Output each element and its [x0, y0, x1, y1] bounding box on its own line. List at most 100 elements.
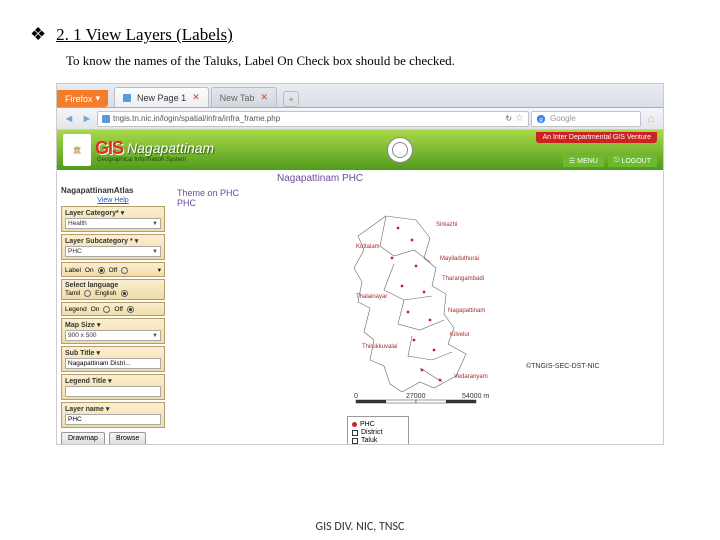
label-off-text: Off: [109, 267, 118, 274]
map-label: Sirkazhi: [436, 222, 457, 228]
chevron-down-icon[interactable]: ▾: [135, 237, 139, 245]
browser-tab-inactive[interactable]: New Tab ✕: [211, 87, 277, 107]
address-field[interactable]: tngis.tn.nic.in/login/spatial/infra/infr…: [97, 111, 529, 127]
tab-label: New Tab: [220, 93, 255, 103]
chevron-down-icon[interactable]: ▾: [97, 321, 101, 329]
panel-label: Legend: [65, 306, 87, 313]
close-icon[interactable]: ✕: [260, 92, 268, 103]
legend-taluk: Taluk: [361, 437, 377, 444]
select-value: Health: [68, 220, 87, 227]
chevron-down-icon[interactable]: ▾: [158, 266, 161, 274]
view-help-link[interactable]: View Help: [61, 197, 165, 204]
govt-seal-icon: [387, 137, 413, 163]
controls-sidebar: NagapattinamAtlas View Help Layer Catego…: [57, 184, 169, 445]
logout-icon: ⎋: [614, 157, 620, 165]
browser-tab-active[interactable]: New Page 1 ✕: [114, 87, 209, 107]
bullet-icon: ❖: [30, 24, 46, 45]
legend-off-text: Off: [114, 306, 123, 313]
legend-off-radio[interactable]: [127, 306, 134, 313]
firefox-app-button[interactable]: Firefox ▾: [57, 90, 108, 107]
browse-button[interactable]: Browse: [109, 432, 146, 445]
favicon-icon: [123, 94, 131, 102]
panel-label: Label: [65, 267, 81, 274]
map-label: Thirukkuvalai: [362, 344, 397, 350]
reload-icon[interactable]: ↻: [505, 114, 512, 123]
panel-label: Sub Title: [65, 350, 94, 357]
banner-tagline: An Inter Departmental GIS Venture: [536, 132, 657, 143]
theme-label: Theme on PHC: [177, 188, 655, 198]
select-value: 900 x 500: [68, 332, 97, 339]
scale-tick: 27000: [406, 393, 426, 400]
map-size-select[interactable]: 900 x 500▼: [65, 330, 161, 341]
url-text: tngis.tn.nic.in/login/spatial/infra/infr…: [113, 114, 280, 123]
section-description: To know the names of the Taluks, Label O…: [0, 53, 720, 83]
map-legend: PHC District Taluk: [347, 416, 409, 445]
menu-button[interactable]: ☰ MENU: [563, 155, 604, 167]
search-field[interactable]: g Google: [531, 111, 641, 127]
map-label: Vedaranyam: [454, 374, 488, 380]
legend-on-radio[interactable]: [103, 306, 110, 313]
firefox-label: Firefox: [65, 94, 93, 104]
back-button[interactable]: ◄: [61, 111, 77, 127]
site-logo: GIS Nagapattinam Geographical Informatio…: [95, 138, 214, 163]
panel-layer-subcategory: Layer Subcategory *▾ PHC▼: [61, 234, 165, 260]
chevron-down-icon[interactable]: ▾: [96, 349, 100, 357]
theme-value: PHC: [177, 198, 655, 208]
forward-button[interactable]: ►: [79, 111, 95, 127]
panel-layer-name: Layer name▾ PHC: [61, 402, 165, 428]
lang-tamil-text: Tamil: [65, 290, 80, 297]
map-label: Nagapattinam: [448, 308, 485, 314]
lang-tamil-radio[interactable]: [84, 290, 91, 297]
sidebar-title: NagapattinamAtlas: [61, 186, 165, 195]
map-label: Mayiladuthurai: [440, 256, 479, 262]
menu-label: MENU: [577, 158, 598, 165]
chevron-down-icon[interactable]: ▾: [108, 377, 112, 385]
menu-icon: ☰: [569, 157, 575, 165]
lang-english-text: English: [95, 290, 116, 297]
site-favicon-icon: [102, 115, 110, 123]
legend-district: District: [361, 429, 382, 436]
label-off-radio[interactable]: [121, 267, 128, 274]
dropdown-icon: ▼: [152, 221, 158, 227]
layer-category-select[interactable]: Health ▼: [65, 218, 161, 229]
search-placeholder: Google: [550, 114, 576, 123]
home-button[interactable]: ⌂: [643, 111, 659, 127]
logo-subtitle: Geographical Information System: [97, 157, 186, 163]
star-icon[interactable]: ☆: [515, 113, 524, 124]
panel-sub-title: Sub Title▾ Nagapattinam Distri...: [61, 346, 165, 372]
new-tab-button[interactable]: +: [283, 91, 299, 107]
close-icon[interactable]: ✕: [192, 92, 200, 103]
panel-select-language: Select language Tamil English: [61, 279, 165, 300]
panel-label: Map Size: [65, 322, 95, 329]
taluk-box-icon: [352, 438, 358, 444]
layer-name-input[interactable]: PHC: [65, 414, 161, 425]
chevron-down-icon[interactable]: ▾: [106, 405, 110, 413]
district-name: Nagapattinam: [127, 140, 214, 156]
district-map: Sirkazhi Kuttalam Mayiladuthurai Tharang…: [177, 208, 655, 408]
label-on-radio[interactable]: [98, 267, 105, 274]
phc-dot-icon: [352, 422, 357, 427]
legend-phc: PHC: [360, 421, 375, 428]
lang-english-radio[interactable]: [121, 290, 128, 297]
legend-on-text: On: [91, 306, 100, 313]
drawmap-button[interactable]: Drawmap: [61, 432, 105, 445]
chevron-down-icon[interactable]: ▾: [121, 209, 125, 217]
panel-legend-title: Legend Title▾: [61, 374, 165, 400]
page-subtitle: Nagapattinam PHC: [57, 170, 663, 184]
map-credit: ©TNGIS-SEC-DST-NIC: [526, 362, 600, 370]
sub-title-input[interactable]: Nagapattinam Distri...: [65, 358, 161, 369]
logout-label: LOGOUT: [621, 158, 651, 165]
panel-label-toggle: Label On Off ▾: [61, 262, 165, 277]
gis-wordmark: GIS: [95, 138, 123, 159]
panel-label: Legend Title: [65, 378, 106, 385]
map-label: Kuttalam: [356, 244, 380, 250]
panel-layer-category: Layer Category*▾ Health▼: [61, 206, 165, 232]
logout-button[interactable]: ⎋ LOGOUT: [608, 155, 657, 167]
layer-subcategory-select[interactable]: PHC▼: [65, 246, 161, 257]
doc-heading-row: ❖ 2. 1 View Layers (Labels): [0, 0, 720, 53]
browser-urlbar: ◄ ► tngis.tn.nic.in/login/spatial/infra/…: [57, 108, 663, 130]
input-value: PHC: [68, 416, 82, 423]
legend-title-input[interactable]: [65, 386, 161, 397]
tab-label: New Page 1: [137, 93, 186, 103]
browser-tabstrip: Firefox ▾ New Page 1 ✕ New Tab ✕ +: [57, 84, 663, 108]
